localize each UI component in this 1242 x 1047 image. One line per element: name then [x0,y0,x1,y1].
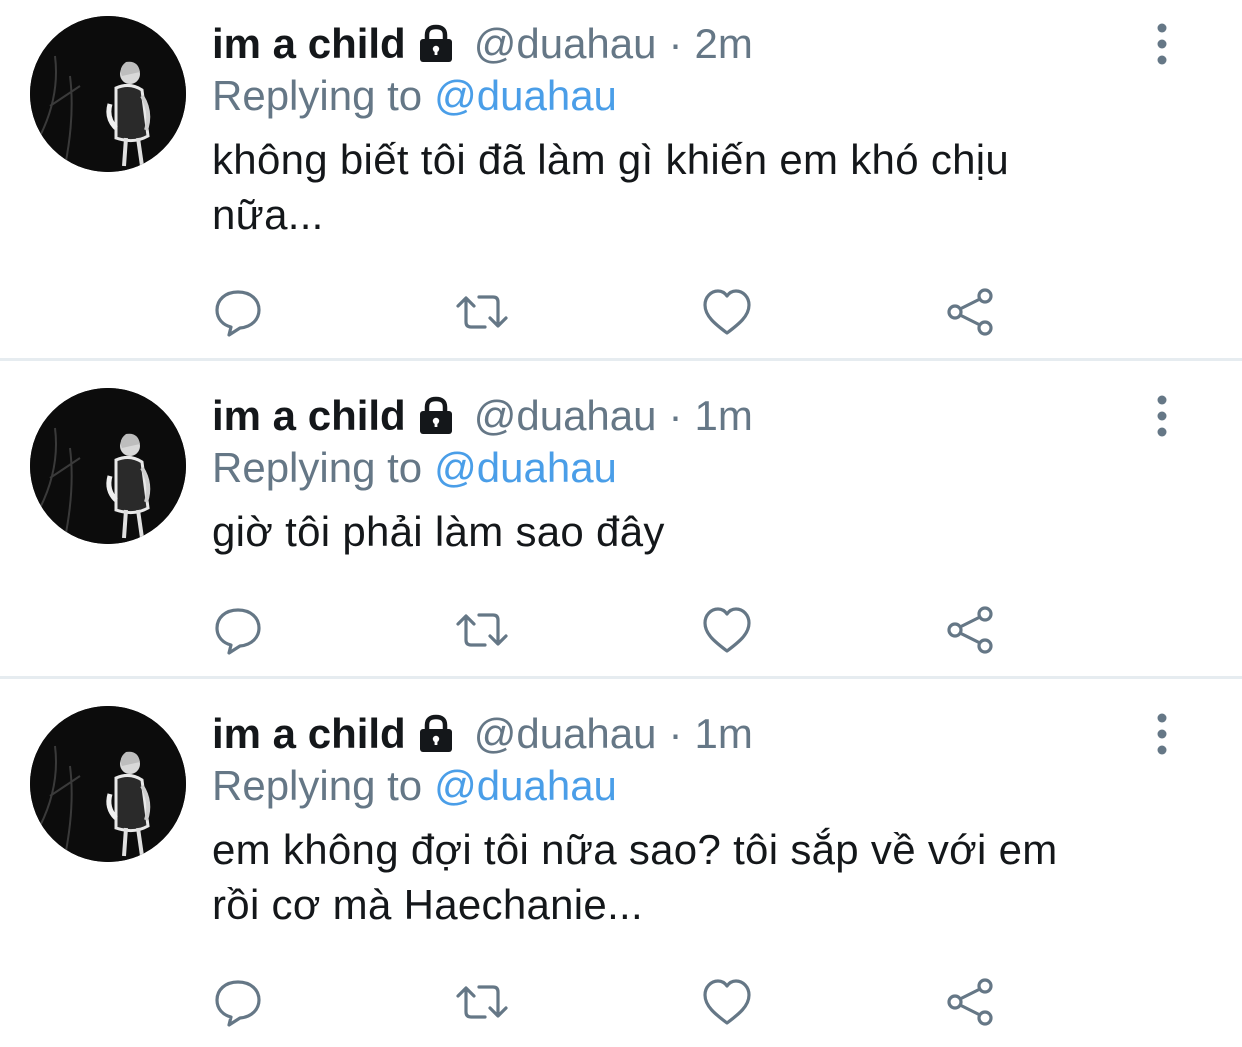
avatar[interactable] [30,706,186,862]
share-icon [947,288,993,336]
like-button[interactable] [697,282,757,342]
timestamp[interactable]: 1m [695,704,753,764]
share-button[interactable] [941,282,1001,342]
timestamp[interactable]: 1m [695,386,753,446]
replying-to-handle-link[interactable]: @duahau [434,762,617,809]
tweet-actions [0,282,1242,342]
tweet-text-line: em không đợi tôi nữa sao? tôi sắp về với… [212,826,1058,873]
retweet-button[interactable] [452,282,512,342]
share-button[interactable] [941,972,1001,1032]
separator-dot: · [668,20,683,67]
speech-bubble-icon [215,980,261,1027]
separator-dot: · [668,710,683,757]
retweet-button[interactable] [452,972,512,1032]
like-button[interactable] [697,600,757,660]
more-options-button[interactable] [1142,14,1182,74]
tweet-text: giờ tôi phải làm sao đây [212,504,1202,559]
retweet-icon [456,295,508,329]
like-button[interactable] [697,972,757,1032]
more-options-button[interactable] [1142,704,1182,764]
separator-dot: · [668,392,683,439]
speech-bubble-icon [215,608,261,655]
tweet-header: im a child @duahau · 2m [212,14,753,74]
avatar-image [30,388,186,544]
display-name[interactable]: im a child [212,386,406,446]
avatar[interactable] [30,16,186,172]
replying-to-handle-link[interactable]: @duahau [434,444,617,491]
tweet-divider [0,358,1242,361]
heart-icon [703,979,751,1025]
replying-to-label: Replying to [212,72,423,119]
tweet-text: em không đợi tôi nữa sao? tôi sắp về với… [212,822,1202,932]
display-name[interactable]: im a child [212,14,406,74]
speech-bubble-icon [215,290,261,337]
tweet-text-line: giờ tôi phải làm sao đây [212,508,665,555]
replying-to-label: Replying to [212,762,423,809]
timestamp[interactable]: 2m [695,14,753,74]
reply-button[interactable] [208,972,268,1032]
lock-icon [416,24,456,64]
share-icon [947,606,993,654]
avatar-image [30,16,186,172]
lock-icon [416,396,456,436]
avatar[interactable] [30,388,186,544]
heart-icon [703,289,751,335]
heart-icon [703,607,751,653]
replying-to-label: Replying to [212,444,423,491]
tweet-actions [0,972,1242,1032]
vertical-dots-icon [1157,713,1167,755]
retweet-button[interactable] [452,600,512,660]
reply-button[interactable] [208,600,268,660]
avatar-image [30,706,186,862]
retweet-icon [456,613,508,647]
vertical-dots-icon [1157,23,1167,65]
tweet-text-line: không biết tôi đã làm gì khiến em khó ch… [212,136,1010,183]
tweet-header: im a child @duahau · 1m [212,386,753,446]
tweet-text: không biết tôi đã làm gì khiến em khó ch… [212,132,1202,242]
user-handle[interactable]: @duahau [474,704,657,764]
user-handle[interactable]: @duahau [474,386,657,446]
tweet-actions [0,600,1242,660]
replying-to: Replying to @duahau [212,66,617,126]
replying-to: Replying to @duahau [212,756,617,816]
tweet-header: im a child @duahau · 1m [212,704,753,764]
lock-icon [416,714,456,754]
tweet-text-line: rồi cơ mà Haechanie... [212,881,643,928]
tweet-divider [0,676,1242,679]
tweet-text-line: nữa... [212,191,324,238]
user-handle[interactable]: @duahau [474,14,657,74]
share-button[interactable] [941,600,1001,660]
vertical-dots-icon [1157,395,1167,437]
reply-button[interactable] [208,282,268,342]
display-name[interactable]: im a child [212,704,406,764]
share-icon [947,978,993,1026]
replying-to-handle-link[interactable]: @duahau [434,72,617,119]
replying-to: Replying to @duahau [212,438,617,498]
retweet-icon [456,985,508,1019]
more-options-button[interactable] [1142,386,1182,446]
